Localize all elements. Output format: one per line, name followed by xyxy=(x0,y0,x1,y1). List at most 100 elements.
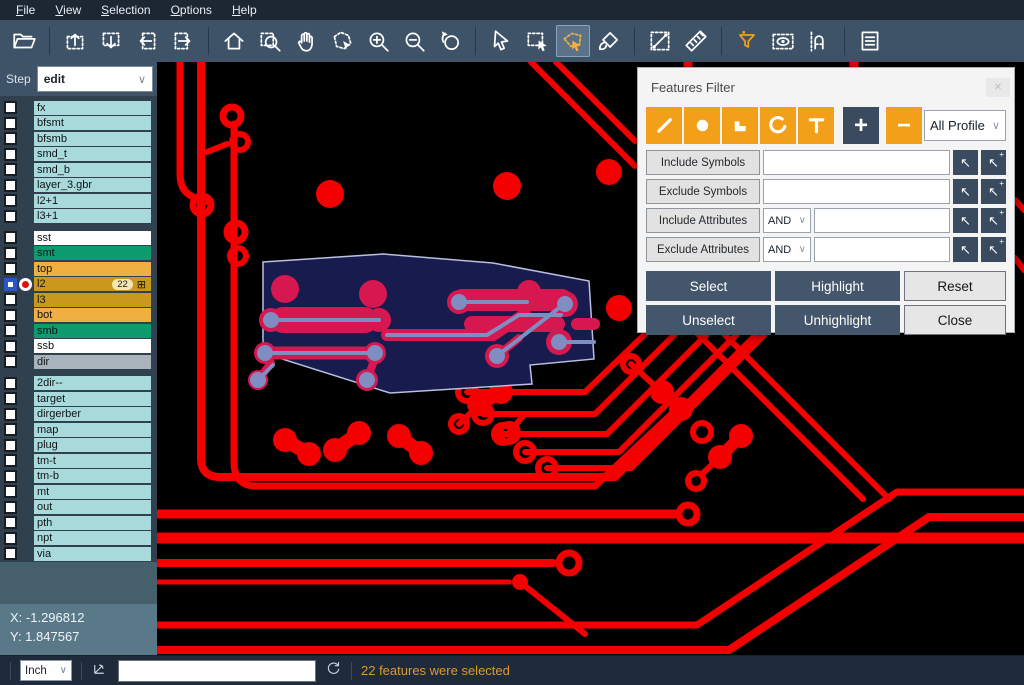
layer-name-band[interactable]: pth xyxy=(34,516,151,530)
layer-row-l2[interactable]: l222⊞ xyxy=(0,277,157,293)
ruler-button[interactable] xyxy=(679,25,713,57)
layer-visibility-checkbox[interactable] xyxy=(4,278,17,291)
unselect-button[interactable]: Unselect xyxy=(646,305,771,335)
profile-select[interactable]: All Profile∨ xyxy=(924,110,1006,141)
layer-name-band[interactable]: plug xyxy=(34,438,151,452)
brush-button[interactable] xyxy=(592,25,626,57)
layer-row-npt[interactable]: npt xyxy=(0,531,157,547)
layer-visibility-checkbox[interactable] xyxy=(4,408,17,421)
step-select[interactable]: edit ∨ xyxy=(37,66,153,92)
pick-add-from-canvas-button[interactable]: ↖+ xyxy=(981,179,1006,204)
reset-button[interactable]: Reset xyxy=(904,271,1006,301)
layer-visibility-checkbox[interactable] xyxy=(4,309,17,322)
layer-row-l3[interactable]: l3 xyxy=(0,292,157,308)
layer-name-band[interactable]: 2dir-- xyxy=(34,376,151,390)
layer-visibility-checkbox[interactable] xyxy=(4,423,17,436)
select-arrow-button[interactable] xyxy=(484,25,518,57)
layer-visibility-checkbox[interactable] xyxy=(4,101,17,114)
exclude-symbols-button[interactable]: Exclude Symbols xyxy=(646,179,760,204)
exclude-mode-button[interactable]: − xyxy=(886,107,922,144)
layer-name-band[interactable]: top xyxy=(34,262,151,276)
layer-name-band[interactable]: ssb xyxy=(34,339,151,353)
units-select[interactable]: Inch ∨ xyxy=(20,660,72,681)
pan-down-button[interactable] xyxy=(94,25,128,57)
menu-file[interactable]: File xyxy=(6,2,45,19)
menu-view[interactable]: View xyxy=(45,2,91,19)
menu-help[interactable]: Help xyxy=(222,2,267,19)
menu-options[interactable]: Options xyxy=(161,2,222,19)
layer-name-band[interactable]: tm-t xyxy=(34,454,151,468)
include-attributes-button[interactable]: Include Attributes xyxy=(646,208,760,233)
layer-row-bfsmb[interactable]: bfsmb xyxy=(0,131,157,147)
layer-row-target[interactable]: target xyxy=(0,391,157,407)
layer-visibility-checkbox[interactable] xyxy=(4,194,17,207)
filter-arc-button[interactable] xyxy=(760,107,796,144)
include-mode-button[interactable]: + xyxy=(843,107,879,144)
layer-visibility-checkbox[interactable] xyxy=(4,247,17,260)
command-input[interactable] xyxy=(118,660,316,682)
filter-surface-button[interactable] xyxy=(722,107,758,144)
close-icon[interactable]: ✕ xyxy=(986,78,1010,97)
layer-row-l3+1[interactable]: l3+1 xyxy=(0,209,157,225)
layer-visibility-checkbox[interactable] xyxy=(4,516,17,529)
layer-name-band[interactable]: sst xyxy=(34,231,151,245)
zoom-area-button[interactable] xyxy=(253,25,287,57)
include-attributes-input[interactable] xyxy=(814,208,950,233)
layer-visibility-checkbox[interactable] xyxy=(4,392,17,405)
layer-visibility-checkbox[interactable] xyxy=(4,132,17,145)
exclude-attributes-operator-select[interactable]: AND∨ xyxy=(763,237,811,262)
layer-name-band[interactable]: mt xyxy=(34,485,151,499)
layer-visibility-checkbox[interactable] xyxy=(4,454,17,467)
snap-button[interactable] xyxy=(802,25,836,57)
layer-row-fx[interactable]: fx xyxy=(0,100,157,116)
exclude-attributes-button[interactable]: Exclude Attributes xyxy=(646,237,760,262)
layer-row-tm-t[interactable]: tm-t xyxy=(0,453,157,469)
zoom-in-button[interactable] xyxy=(361,25,395,57)
pick-from-canvas-button[interactable]: ↖ xyxy=(953,150,978,175)
pick-add-from-canvas-button[interactable]: ↖+ xyxy=(981,237,1006,262)
unhighlight-button[interactable]: Unhighlight xyxy=(775,305,900,335)
layer-visibility-checkbox[interactable] xyxy=(4,470,17,483)
layer-visibility-checkbox[interactable] xyxy=(4,439,17,452)
layer-visibility-checkbox[interactable] xyxy=(4,117,17,130)
exclude-attributes-input[interactable] xyxy=(814,237,950,262)
selection-region[interactable] xyxy=(248,254,594,393)
select-rect-button[interactable] xyxy=(520,25,554,57)
layer-name-band[interactable]: target xyxy=(34,392,151,406)
pan-up-button[interactable] xyxy=(58,25,92,57)
layer-row-smd_t[interactable]: smd_t xyxy=(0,147,157,163)
layer-row-top[interactable]: top xyxy=(0,261,157,277)
layer-visibility-checkbox[interactable] xyxy=(4,377,17,390)
layer-name-band[interactable]: smt xyxy=(34,246,151,260)
layer-row-bfsmt[interactable]: bfsmt xyxy=(0,116,157,132)
active-layer-indicator[interactable] xyxy=(17,278,34,291)
layer-name-band[interactable]: smb xyxy=(34,324,151,338)
refresh-icon[interactable] xyxy=(325,660,342,682)
highlight-button[interactable]: Highlight xyxy=(775,271,900,301)
layer-name-band[interactable]: out xyxy=(34,500,151,514)
layer-name-band[interactable]: layer_3.gbr xyxy=(34,178,151,192)
layer-visibility-checkbox[interactable] xyxy=(4,148,17,161)
layer-row-layer_3.gbr[interactable]: layer_3.gbr xyxy=(0,178,157,194)
zoom-polygon-button[interactable] xyxy=(325,25,359,57)
layer-visibility-checkbox[interactable] xyxy=(4,163,17,176)
layer-row-mt[interactable]: mt xyxy=(0,484,157,500)
select-button[interactable]: Select xyxy=(646,271,771,301)
layer-visibility-checkbox[interactable] xyxy=(4,532,17,545)
filter-pad-button[interactable] xyxy=(684,107,720,144)
layer-visibility-checkbox[interactable] xyxy=(4,293,17,306)
exclude-symbols-input[interactable] xyxy=(763,179,950,204)
measure-line-button[interactable] xyxy=(643,25,677,57)
layer-row-l2+1[interactable]: l2+1 xyxy=(0,193,157,209)
layer-name-band[interactable]: dirgerber xyxy=(34,407,151,421)
measure-angle-icon[interactable] xyxy=(91,659,109,682)
layer-visibility-checkbox[interactable] xyxy=(4,179,17,192)
layer-row-via[interactable]: via xyxy=(0,546,157,562)
layer-row-tm-b[interactable]: tm-b xyxy=(0,469,157,485)
layer-row-map[interactable]: map xyxy=(0,422,157,438)
layer-visibility-checkbox[interactable] xyxy=(4,324,17,337)
pan-hand-button[interactable] xyxy=(289,25,323,57)
layer-row-smt[interactable]: smt xyxy=(0,246,157,262)
include-symbols-input[interactable] xyxy=(763,150,950,175)
zoom-out-button[interactable] xyxy=(397,25,431,57)
